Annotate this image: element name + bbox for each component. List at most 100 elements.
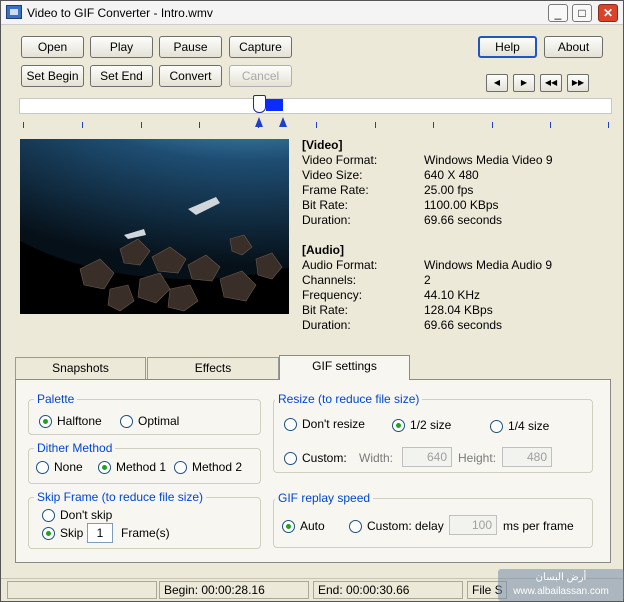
audio-duration-label: Duration:	[302, 318, 351, 332]
skip-frames-input[interactable]: 1	[87, 523, 113, 543]
timeline-tick	[550, 122, 551, 128]
custom-size-radio[interactable]: Custom:	[284, 451, 347, 465]
timeline-tick	[199, 122, 200, 128]
halftone-radio[interactable]: Halftone	[39, 414, 102, 428]
dont-resize-radio[interactable]: Don't resize	[284, 417, 365, 431]
replay-custom-radio[interactable]: Custom: delay	[349, 519, 444, 533]
audio-header: [Audio]	[302, 243, 344, 257]
timeline-tick	[433, 122, 434, 128]
watermark-line2: www.albailassan.com	[513, 586, 609, 597]
dither-none-label: None	[54, 460, 83, 474]
delay-unit-label: ms per frame	[503, 519, 574, 533]
video-bit-rate-label: Bit Rate:	[302, 198, 349, 212]
tab-gif-settings[interactable]: GIF settings	[279, 355, 410, 380]
replay-custom-label: Custom: delay	[367, 519, 444, 533]
radio-unchecked-icon	[36, 461, 49, 474]
audio-bit-rate-label: Bit Rate:	[302, 303, 349, 317]
video-bit-rate-value: 1100.00 KBps	[424, 198, 499, 212]
convert-button[interactable]: Convert	[159, 65, 222, 87]
delay-input[interactable]: 100	[449, 515, 497, 535]
tab-snapshots[interactable]: Snapshots	[15, 357, 146, 379]
quarter-size-radio[interactable]: 1/4 size	[490, 419, 549, 433]
replay-auto-radio[interactable]: Auto	[282, 519, 325, 533]
app-icon	[6, 5, 22, 19]
audio-duration-value: 69.66 seconds	[424, 318, 503, 332]
watermark-line1: أرض البسان	[535, 572, 587, 583]
skip-label: Skip	[60, 526, 84, 540]
dither-method2-label: Method 2	[192, 460, 243, 474]
radio-unchecked-icon	[42, 509, 55, 522]
radio-checked-icon	[282, 520, 295, 533]
height-input[interactable]: 480	[502, 447, 552, 467]
radio-unchecked-icon	[490, 420, 503, 433]
video-format-value: Windows Media Video 9	[424, 153, 553, 167]
watermark-logo: أرض البسان www.albailassan.com	[498, 569, 624, 601]
channels-value: 2	[424, 273, 431, 287]
set-begin-button[interactable]: Set Begin	[21, 65, 84, 87]
begin-marker-icon[interactable]	[255, 117, 263, 127]
set-end-button[interactable]: Set End	[90, 65, 153, 87]
radio-checked-icon	[392, 419, 405, 432]
video-size-label: Video Size:	[302, 168, 363, 182]
frame-rate-label: Frame Rate:	[302, 183, 369, 197]
dither-none-radio[interactable]: None	[36, 460, 83, 474]
tab-effects[interactable]: Effects	[147, 357, 279, 379]
half-size-label: 1/2 size	[410, 418, 452, 432]
maximize-button[interactable]: □	[572, 4, 592, 22]
pause-button[interactable]: Pause	[159, 36, 222, 58]
help-button[interactable]: Help	[478, 36, 537, 58]
frame-rate-value: 25.00 fps	[424, 183, 474, 197]
timeline-tick	[608, 122, 609, 128]
capture-button[interactable]: Capture	[229, 36, 292, 58]
about-button[interactable]: About	[544, 36, 603, 58]
play-button[interactable]: Play	[90, 36, 153, 58]
dont-skip-label: Don't skip	[60, 508, 113, 522]
video-size-value: 640 X 480	[424, 168, 479, 182]
custom-size-label: Custom:	[302, 451, 347, 465]
width-input[interactable]: 640	[402, 447, 452, 467]
title-bar[interactable]: Video to GIF Converter - Intro.wmv _ □ ✕	[1, 1, 623, 25]
quarter-size-label: 1/4 size	[508, 419, 550, 433]
status-begin: Begin: 00:00:28.16	[159, 581, 309, 599]
width-label: Width:	[359, 451, 394, 465]
dither-method2-radio[interactable]: Method 2	[174, 460, 242, 474]
video-format-label: Video Format:	[302, 153, 378, 167]
video-frame-image	[20, 139, 289, 314]
optimal-radio[interactable]: Optimal	[120, 414, 179, 428]
timeline-tick	[492, 122, 493, 128]
rewind-icon[interactable]: ◀◀	[540, 74, 562, 92]
video-preview	[20, 139, 289, 314]
dither-method1-label: Method 1	[116, 460, 167, 474]
fast-forward-icon[interactable]: ▶▶	[567, 74, 589, 92]
replay-auto-label: Auto	[300, 519, 325, 533]
timeline-tick	[141, 122, 142, 128]
skip-frame-group	[28, 497, 261, 549]
skip-radio[interactable]: Skip	[42, 526, 83, 540]
minimize-button[interactable]: _	[548, 4, 568, 22]
radio-unchecked-icon	[349, 520, 362, 533]
end-marker-icon[interactable]	[279, 117, 287, 127]
radio-checked-icon	[42, 527, 55, 540]
open-button[interactable]: Open	[21, 36, 84, 58]
audio-format-label: Audio Format:	[302, 258, 378, 272]
prev-frame-icon[interactable]: ◀	[486, 74, 508, 92]
timeline-tick	[316, 122, 317, 128]
frames-unit-label: Frame(s)	[121, 526, 170, 540]
radio-checked-icon	[98, 461, 111, 474]
dither-method1-radio[interactable]: Method 1	[98, 460, 166, 474]
radio-unchecked-icon	[120, 415, 133, 428]
selection-range	[266, 99, 283, 111]
frequency-value: 44.10 KHz	[424, 288, 481, 302]
next-frame-icon[interactable]: ▶	[513, 74, 535, 92]
timeline-slider[interactable]	[19, 98, 612, 114]
audio-bit-rate-value: 128.04 KBps	[424, 303, 493, 317]
cancel-button[interactable]: Cancel	[229, 65, 292, 87]
close-button[interactable]: ✕	[598, 4, 618, 22]
halftone-label: Halftone	[57, 414, 102, 428]
frequency-label: Frequency:	[302, 288, 363, 302]
timeline-thumb[interactable]	[253, 95, 266, 113]
dont-skip-radio[interactable]: Don't skip	[42, 508, 112, 522]
half-size-radio[interactable]: 1/2 size	[392, 418, 451, 432]
video-header: [Video]	[302, 138, 343, 152]
dither-title: Dither Method	[34, 441, 116, 455]
